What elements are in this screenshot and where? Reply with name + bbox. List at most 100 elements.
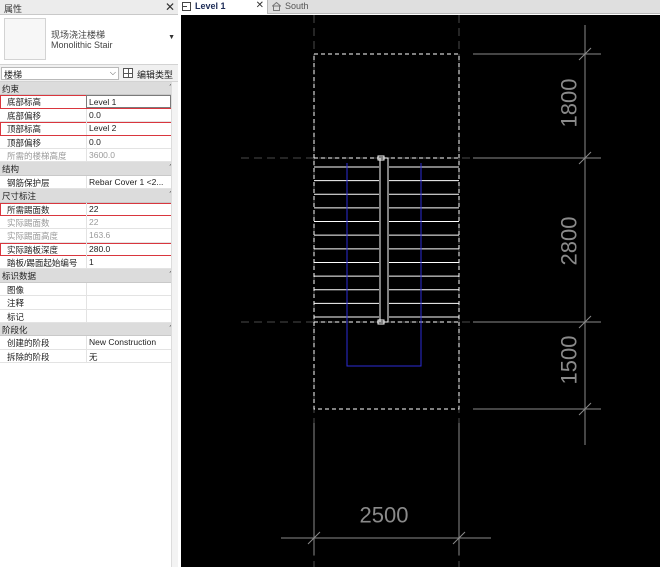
property-row[interactable]: 实际踏板深度 280.0	[0, 242, 178, 257]
category-header[interactable]: 尺寸标注⌃	[0, 189, 178, 203]
scrollbar[interactable]	[171, 82, 178, 567]
floor-plan-icon	[182, 2, 191, 11]
category-header[interactable]: 阶段化⌃	[0, 323, 178, 337]
view-tab-bar: Level 1 ✕ South	[178, 0, 660, 14]
property-value-field[interactable]: 0.0	[86, 135, 171, 149]
property-value-field: 163.6	[86, 229, 171, 243]
property-value-field[interactable]: Rebar Cover 1 <2...	[86, 175, 171, 189]
edit-type-icon	[123, 68, 133, 78]
property-row[interactable]: 实际踢面高度 163.6	[0, 229, 178, 243]
property-value-field: 3600.0	[86, 148, 171, 162]
category-label: 阶段化	[2, 325, 28, 336]
tab-level-1[interactable]: Level 1 ✕	[178, 0, 268, 14]
properties-panel: 属性 ✕ 现场浇注楼梯 Monolithic Stair ▼ 楼梯 ⌵ 编辑类型…	[0, 0, 178, 567]
category-header[interactable]: 标识数据⌃	[0, 269, 178, 283]
property-label: 标记	[7, 311, 25, 322]
property-row[interactable]: 创建的阶段 New Construction	[0, 336, 178, 350]
property-value: Level 2	[89, 123, 117, 134]
property-value-field: 22	[86, 215, 171, 229]
property-value: 0.0	[89, 136, 101, 147]
property-value: 无	[89, 351, 98, 362]
property-row[interactable]: 标记	[0, 309, 178, 324]
property-value: 22	[89, 216, 99, 227]
property-label: 创建的阶段	[7, 338, 50, 349]
property-row[interactable]: 顶部标高 Level 2	[0, 122, 178, 136]
property-value: Rebar Cover 1 <2...	[89, 176, 164, 187]
close-tab-icon[interactable]: ✕	[256, 0, 264, 11]
tab-south[interactable]: South	[268, 0, 338, 14]
property-row[interactable]: 拆除的阶段 无	[0, 349, 178, 364]
category-label: 约束	[2, 84, 20, 94]
property-label: 实际踢面高度	[7, 231, 59, 242]
property-label: 实际踢面数	[7, 217, 50, 228]
property-label: 图像	[7, 284, 25, 295]
dim-text-landing-bottom[interactable]: 1500	[557, 336, 582, 385]
property-value-field[interactable]: 280.0	[86, 242, 171, 256]
property-grid: 约束⌃底部标高Level 1底部偏移0.0顶部标高Level 2顶部偏移0.0所…	[0, 82, 178, 364]
category-label: 尺寸标注	[2, 191, 37, 202]
property-value: 3600.0	[89, 149, 115, 160]
property-label: 实际踏板深度	[7, 244, 59, 255]
property-row[interactable]: 底部偏移 0.0	[0, 108, 178, 123]
type-dropdown-arrow-icon[interactable]: ▼	[168, 34, 175, 41]
tab-label: Level 1	[195, 1, 226, 11]
property-value-field[interactable]: 0.0	[86, 108, 171, 122]
property-value-field[interactable]	[86, 309, 171, 323]
property-value-field[interactable]	[86, 296, 171, 310]
stair-run-path	[346, 163, 422, 367]
instance-filter-row: 楼梯 ⌵ 编辑类型	[0, 64, 178, 82]
property-value-field[interactable]: Level 1	[86, 95, 171, 109]
property-row[interactable]: 实际踢面数 22	[0, 215, 178, 230]
elevation-icon	[272, 2, 281, 11]
property-label: 顶部偏移	[7, 137, 42, 148]
property-value: 22	[89, 203, 99, 214]
property-value-field[interactable]	[86, 282, 171, 296]
property-value-field[interactable]: Level 2	[86, 122, 171, 136]
category-label: 标识数据	[2, 271, 37, 282]
category-header[interactable]: 约束⌃	[0, 82, 178, 96]
instance-filter-value: 楼梯	[4, 70, 23, 80]
property-row[interactable]: 踏板/踢面起始编号 1	[0, 256, 178, 270]
type-preview-image	[4, 18, 46, 60]
property-row[interactable]: 图像	[0, 282, 178, 297]
property-row[interactable]: 钢筋保护层 Rebar Cover 1 <2...	[0, 175, 178, 190]
property-label: 钢筋保护层	[7, 177, 50, 188]
run-path-line	[346, 163, 422, 367]
property-row[interactable]: 所需踢面数 22	[0, 202, 178, 216]
chevron-down-icon: ⌵	[109, 68, 116, 77]
property-row[interactable]: 注释	[0, 296, 178, 310]
property-value-field[interactable]: New Construction	[86, 336, 171, 350]
category-header[interactable]: 结构⌃	[0, 162, 178, 176]
stair-outline[interactable]	[313, 53, 460, 410]
center-stringer	[379, 157, 389, 323]
property-value: 0.0	[89, 109, 101, 120]
properties-title-bar: 属性 ✕	[0, 0, 178, 15]
property-label: 踏板/踢面起始编号	[7, 258, 78, 269]
property-value-field[interactable]: 22	[86, 202, 171, 216]
property-value: New Construction	[89, 337, 157, 348]
dim-text-stair-run[interactable]: 2800	[557, 217, 582, 266]
type-selector[interactable]: 现场浇注楼梯 Monolithic Stair ▼	[0, 15, 178, 64]
stair-boundary	[313, 53, 460, 410]
dim-text-landing-top[interactable]: 1800	[557, 79, 582, 128]
property-label: 拆除的阶段	[7, 351, 50, 362]
property-label: 注释	[7, 298, 25, 309]
dim-text-width[interactable]: 2500	[360, 503, 409, 528]
property-value: 163.6	[89, 230, 111, 241]
property-value: 280.0	[89, 243, 111, 254]
property-row[interactable]: 底部标高 Level 1	[0, 95, 178, 109]
close-icon[interactable]: ✕	[165, 0, 175, 14]
property-value-field[interactable]: 1	[86, 256, 171, 270]
property-row[interactable]: 顶部偏移 0.0	[0, 135, 178, 149]
instance-filter-dropdown[interactable]: 楼梯 ⌵	[1, 67, 119, 80]
edit-type-button[interactable]: 编辑类型	[122, 66, 176, 81]
stair-treads[interactable]	[314, 155, 459, 325]
properties-title: 属性	[4, 4, 23, 14]
property-value-field[interactable]: 无	[86, 349, 171, 363]
drawing-canvas[interactable]: 1800 2800 1500 2500	[181, 15, 660, 567]
property-row[interactable]: 所需的楼梯高度 3600.0	[0, 148, 178, 163]
stair-plan-drawing: 1800 2800 1500 2500	[241, 15, 601, 567]
category-label: 结构	[2, 164, 20, 175]
property-label: 所需的楼梯高度	[7, 150, 67, 161]
property-label: 底部偏移	[7, 110, 42, 121]
